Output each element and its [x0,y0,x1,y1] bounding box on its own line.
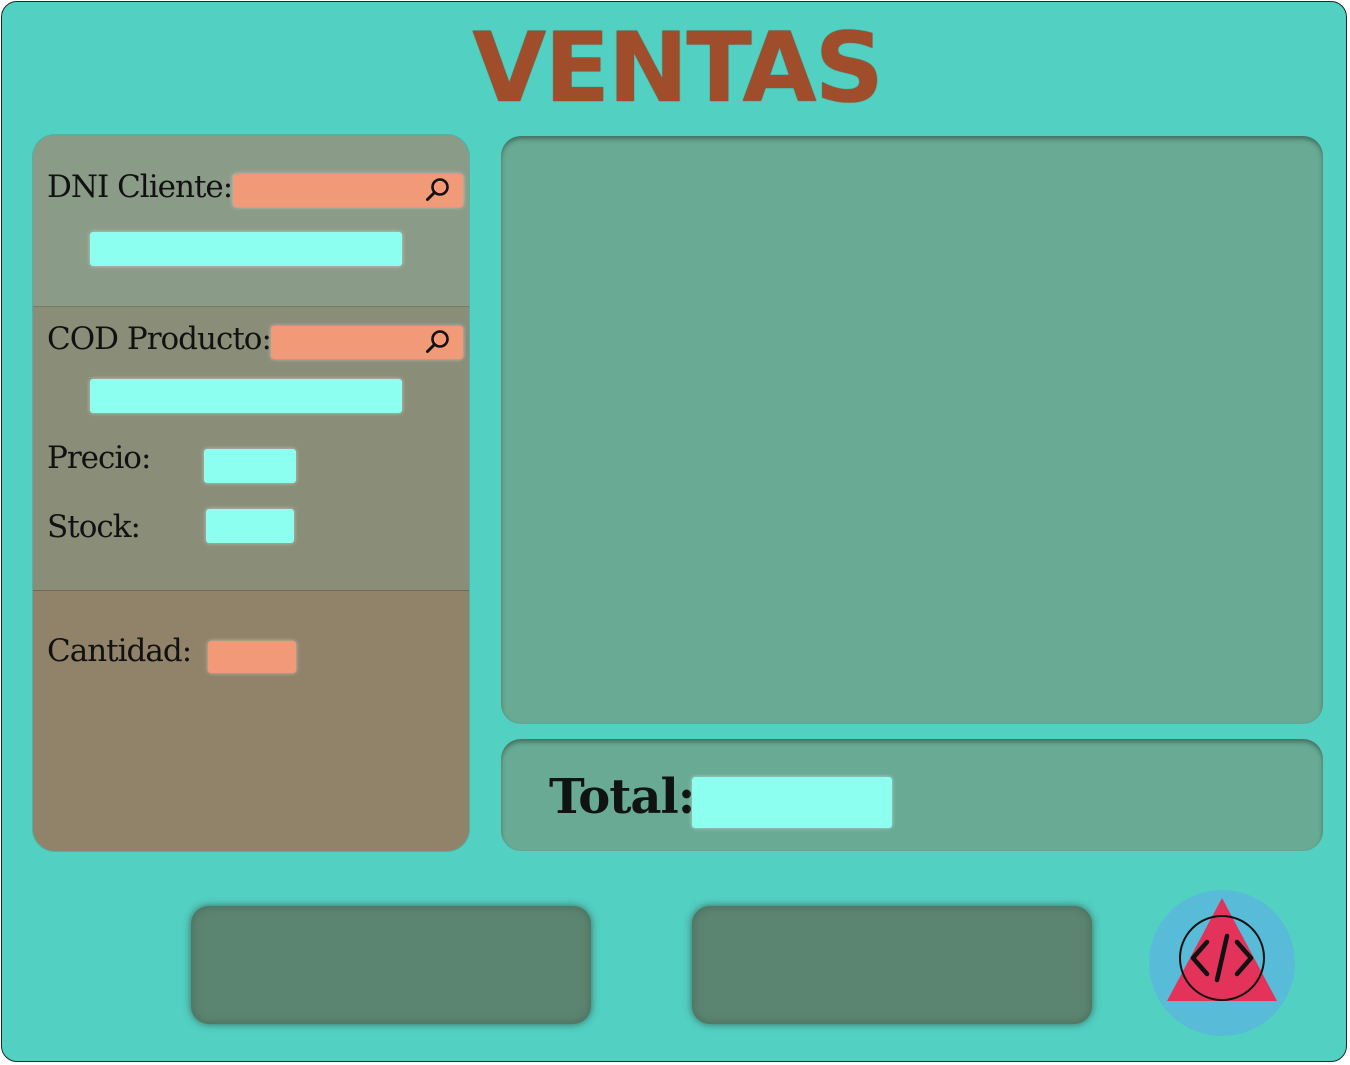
cliente-nombre-field [90,232,402,266]
total-label: Total: [549,769,695,825]
cantidad-label: Cantidad: [47,633,192,669]
form-panel: DNI Cliente: COD Producto: Precio: Stock… [33,135,469,851]
cliente-section: DNI Cliente: [33,135,469,307]
cod-producto-label: COD Producto: [47,321,272,357]
search-icon[interactable] [425,177,451,203]
producto-nombre-field [90,379,402,413]
precio-field [204,449,296,483]
search-icon[interactable] [425,329,451,355]
code-icon [1149,890,1295,1036]
total-field [692,777,892,828]
ventas-window: VENTAS DNI Cliente: COD Producto: Precio… [1,1,1347,1062]
stock-field [206,509,294,543]
action-button-2[interactable] [692,906,1092,1024]
stock-label: Stock: [47,509,141,545]
total-panel: Total: [501,739,1323,851]
producto-section: COD Producto: Precio: Stock: [33,307,469,591]
dni-cliente-label: DNI Cliente: [47,169,233,205]
page-title: VENTAS [472,12,884,124]
cantidad-input[interactable] [208,641,296,673]
precio-label: Precio: [47,440,151,476]
sales-table-area[interactable] [501,136,1323,724]
cantidad-section: Cantidad: [33,591,469,851]
action-button-1[interactable] [191,906,591,1024]
